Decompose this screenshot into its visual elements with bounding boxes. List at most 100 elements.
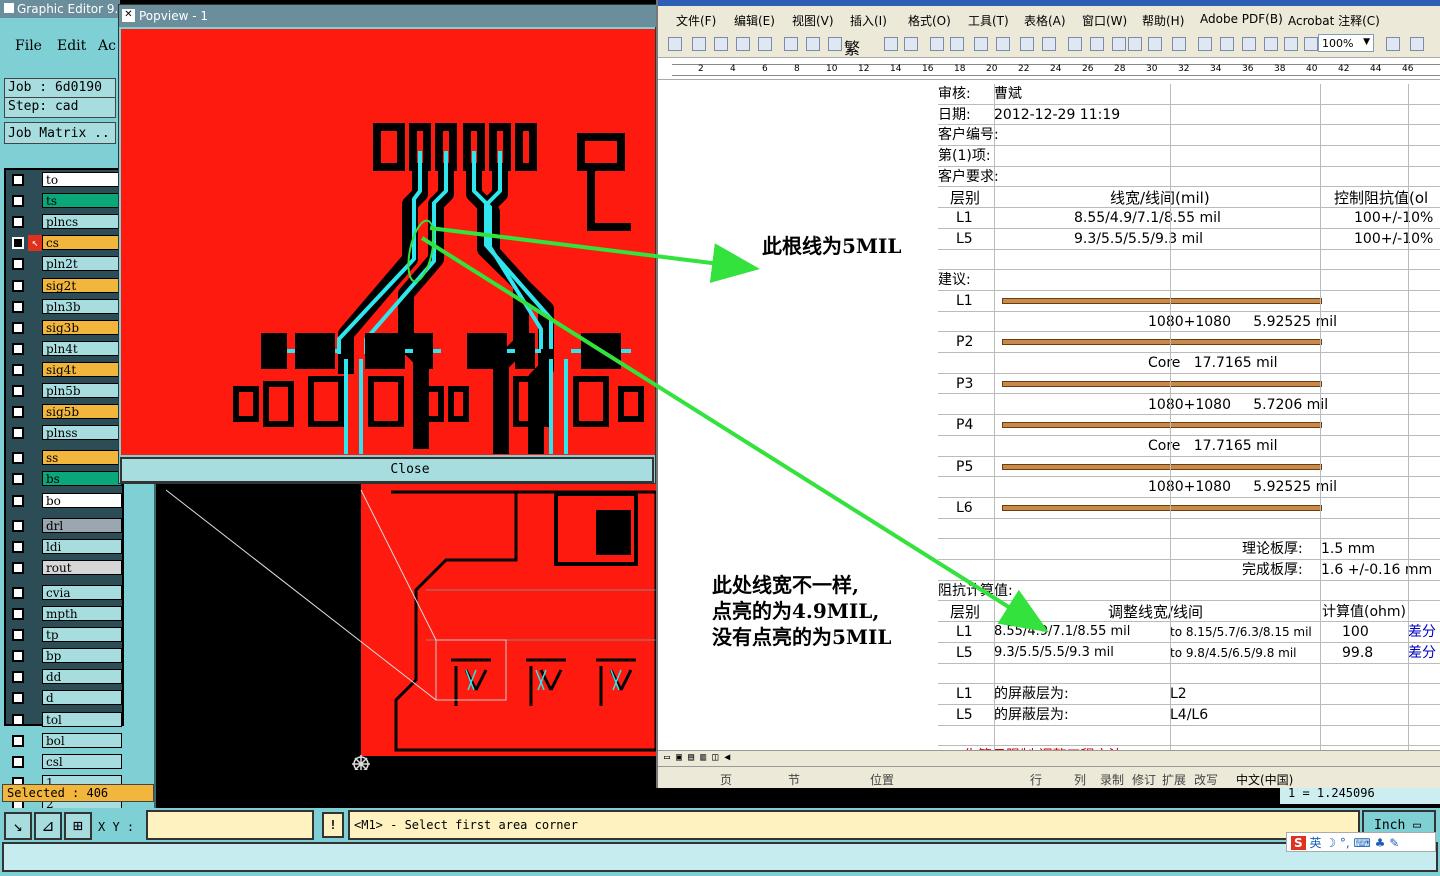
snap-icon[interactable]: ↘ bbox=[4, 812, 32, 840]
layer-row-d[interactable]: d bbox=[10, 690, 122, 706]
layer-row-pln4t[interactable]: pln4t bbox=[10, 340, 122, 357]
popview-close-button[interactable]: Close bbox=[120, 457, 654, 483]
toolbar-icon[interactable] bbox=[736, 37, 750, 51]
layer-row-to[interactable]: to bbox=[10, 172, 122, 188]
layer-row-pln3b[interactable]: pln3b bbox=[10, 298, 122, 315]
word-menu-item[interactable]: 窗口(W) bbox=[1082, 12, 1127, 29]
layer-row-ldi[interactable]: ldi bbox=[10, 538, 122, 555]
toolbar-icon[interactable] bbox=[714, 37, 728, 51]
toolbar-icon[interactable] bbox=[1220, 37, 1234, 51]
layer-row-cvia[interactable]: cvia bbox=[10, 584, 122, 601]
toolbar-icon[interactable] bbox=[758, 37, 772, 51]
toolbar-icon[interactable] bbox=[996, 37, 1010, 51]
toolbar-icon[interactable] bbox=[1068, 37, 1082, 51]
layer-row-sig4t[interactable]: sig4t bbox=[10, 361, 122, 378]
layer-row-bs[interactable]: bs bbox=[10, 471, 122, 487]
layer-checkbox[interactable] bbox=[12, 713, 24, 726]
toolbar-icon[interactable] bbox=[1042, 37, 1056, 51]
layer-checkbox[interactable] bbox=[12, 427, 24, 440]
toolbar-icon[interactable] bbox=[1242, 37, 1256, 51]
layer-row-sig3b[interactable]: sig3b bbox=[10, 319, 122, 336]
word-menu-item[interactable]: 帮助(H) bbox=[1142, 12, 1184, 29]
layer-row-drl[interactable]: drl bbox=[10, 517, 122, 534]
grid-icon[interactable]: ⊞ bbox=[64, 812, 92, 840]
layer-checkbox[interactable] bbox=[12, 692, 24, 705]
toolbar-icon[interactable] bbox=[828, 37, 842, 51]
toolbar-icon[interactable] bbox=[692, 37, 706, 51]
toolbar-icon[interactable] bbox=[1172, 37, 1186, 51]
layer-checkbox[interactable] bbox=[12, 650, 24, 663]
layer-checkbox[interactable] bbox=[12, 734, 24, 747]
menu-actions[interactable]: Ac bbox=[98, 38, 116, 54]
layer-row-tol[interactable]: tol bbox=[10, 711, 122, 728]
toolbar-icon[interactable] bbox=[806, 37, 820, 51]
job-matrix-button[interactable]: Job Matrix .. bbox=[4, 122, 116, 144]
toolbar-icon[interactable] bbox=[1148, 37, 1162, 51]
toolbar-icon[interactable] bbox=[974, 37, 988, 51]
layer-checkbox[interactable] bbox=[12, 174, 24, 186]
layer-row-sig2t[interactable]: sig2t bbox=[10, 277, 122, 294]
word-menu-item[interactable]: Acrobat 注释(C) bbox=[1288, 12, 1380, 29]
layer-row-pln2t[interactable]: pln2t bbox=[10, 256, 122, 272]
layer-checkbox[interactable] bbox=[12, 519, 24, 532]
toolbar-icon[interactable] bbox=[1386, 37, 1400, 51]
layer-row-cs[interactable]: cs ↖ bbox=[10, 235, 122, 252]
toolbar-icon[interactable] bbox=[950, 37, 964, 51]
layer-checkbox[interactable] bbox=[12, 561, 24, 574]
menu-edit[interactable]: Edit bbox=[57, 38, 86, 54]
layer-row-plnss[interactable]: plnss bbox=[10, 425, 122, 441]
layer-checkbox[interactable] bbox=[12, 586, 24, 599]
toolbar-icon[interactable] bbox=[1284, 37, 1298, 51]
toolbar-icon[interactable] bbox=[1090, 37, 1104, 51]
horizontal-scrollbar[interactable]: ▭ ▣ ▤ ▥ ◫ ◀ bbox=[658, 750, 1440, 766]
toolbar-icon[interactable] bbox=[1304, 37, 1318, 51]
toolbar-icon[interactable] bbox=[668, 37, 682, 51]
layer-row-sig5b[interactable]: sig5b bbox=[10, 404, 122, 420]
layer-checkbox[interactable] bbox=[12, 671, 24, 684]
layer-checkbox[interactable] bbox=[12, 540, 24, 553]
layer-row-pln5b[interactable]: pln5b bbox=[10, 383, 122, 399]
layer-row-bp[interactable]: bp bbox=[10, 648, 122, 664]
view-mode-icons[interactable]: ▭ ▣ ▤ ▥ ◫ ◀ bbox=[664, 752, 730, 763]
layer-checkbox[interactable] bbox=[12, 406, 24, 419]
toolbar-icon[interactable] bbox=[930, 37, 944, 51]
layer-checkbox[interactable] bbox=[12, 473, 24, 486]
word-menu-item[interactable]: 编辑(E) bbox=[734, 12, 775, 29]
toolbar-icon[interactable] bbox=[1264, 37, 1278, 51]
layer-checkbox[interactable] bbox=[12, 608, 24, 620]
layer-checkbox[interactable] bbox=[12, 342, 24, 355]
toolbar-icon[interactable] bbox=[1198, 37, 1212, 51]
layer-row-csl[interactable]: csl bbox=[10, 753, 122, 770]
layer-checkbox[interactable] bbox=[12, 755, 24, 768]
toolbar-icon[interactable] bbox=[884, 37, 898, 51]
word-menu-item[interactable]: 格式(O) bbox=[908, 12, 951, 29]
zoom-select[interactable]: 100% ▼ bbox=[1318, 34, 1374, 52]
word-menu-item[interactable]: Adobe PDF(B) bbox=[1200, 12, 1283, 26]
word-menu-item[interactable]: 工具(T) bbox=[968, 12, 1009, 29]
toolbar-icon[interactable] bbox=[1112, 37, 1126, 51]
layer-row-ss[interactable]: ss bbox=[10, 450, 122, 466]
layer-checkbox[interactable] bbox=[12, 195, 24, 208]
popview-close-icon[interactable]: ✕ bbox=[122, 9, 135, 22]
xy-input[interactable] bbox=[146, 810, 314, 840]
toolbar-icon[interactable] bbox=[784, 37, 798, 51]
layer-checkbox[interactable] bbox=[12, 452, 24, 465]
menu-file[interactable]: File bbox=[15, 38, 42, 54]
ime-toolbar[interactable]: S 英 ☽ °, ⌨ ♣ ✎ bbox=[1286, 832, 1436, 852]
layer-row-rout[interactable]: rout bbox=[10, 559, 122, 576]
layer-checkbox[interactable] bbox=[12, 385, 24, 397]
layer-checkbox[interactable] bbox=[12, 279, 24, 292]
alert-icon[interactable]: ! bbox=[322, 812, 344, 838]
layer-row-tp[interactable]: tp bbox=[10, 627, 122, 643]
word-menu-item[interactable]: 文件(F) bbox=[676, 12, 716, 29]
toolbar-icon[interactable] bbox=[904, 37, 918, 51]
measure-icon[interactable]: ⊿ bbox=[34, 812, 62, 840]
toolbar-icon[interactable] bbox=[1128, 37, 1142, 51]
word-menu-item[interactable]: 插入(I) bbox=[850, 12, 887, 29]
layer-row-mpth[interactable]: mpth bbox=[10, 606, 122, 622]
layer-checkbox[interactable] bbox=[12, 216, 24, 229]
toolbar-icon[interactable] bbox=[1020, 37, 1034, 51]
layer-row-bol[interactable]: bol bbox=[10, 732, 122, 749]
layer-row-plncs[interactable]: plncs bbox=[10, 214, 122, 230]
board-canvas[interactable] bbox=[156, 470, 656, 770]
